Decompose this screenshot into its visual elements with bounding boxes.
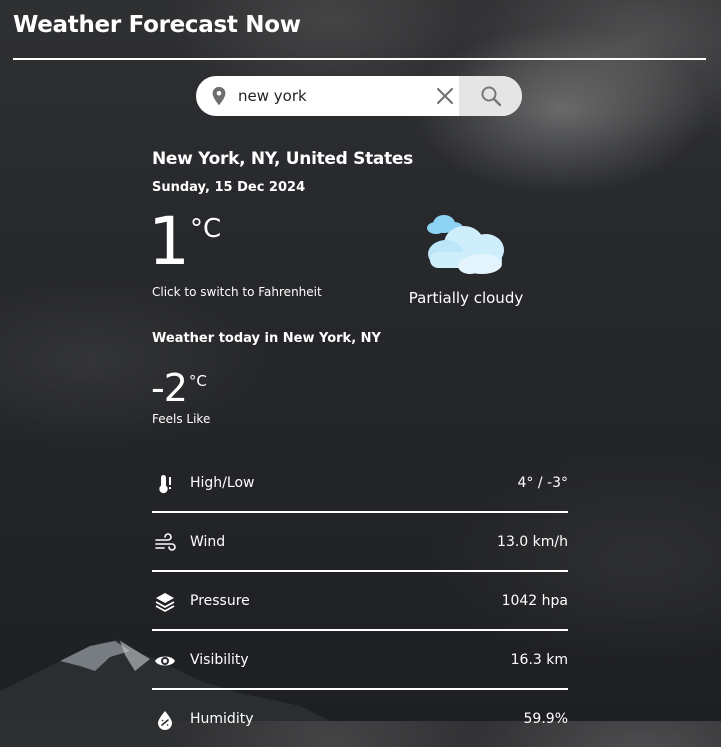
detail-value: 13.0 km/h [497, 534, 568, 550]
detail-label: Visibility [190, 652, 249, 668]
feels-like-unit: °C [188, 372, 207, 390]
detail-label: Humidity [190, 711, 254, 727]
title-divider [13, 58, 706, 60]
feels-like-label: Feels Like [152, 412, 211, 426]
detail-row-visibility: Visibility 16.3 km [152, 631, 568, 690]
detail-row-humidity: Humidity 59.9% [152, 690, 568, 747]
eye-icon [155, 656, 175, 666]
clear-search-button[interactable] [432, 83, 458, 109]
layers-icon [155, 593, 175, 612]
partly-cloudy-icon [427, 215, 504, 274]
detail-row-high-low: High/Low 4° / -3° [152, 454, 568, 513]
droplet-icon [158, 711, 172, 730]
current-date: Sunday, 15 Dec 2024 [152, 180, 306, 195]
weather-details-list: High/Low 4° / -3° Wind 13.0 km/h Pressur… [152, 454, 568, 747]
location-name: New York, NY, United States [152, 149, 413, 169]
unit-switch-hint: Click to switch to Fahrenheit [152, 285, 322, 299]
location-pin-icon [212, 86, 226, 106]
detail-label: Pressure [190, 593, 250, 609]
current-temperature: 1 [148, 203, 190, 280]
detail-value: 4° / -3° [517, 475, 568, 491]
temperature-toggle[interactable]: 1 °C [148, 206, 221, 278]
today-heading: Weather today in New York, NY [152, 331, 381, 346]
detail-row-pressure: Pressure 1042 hpa [152, 572, 568, 631]
detail-value: 16.3 km [510, 652, 568, 668]
detail-label: Wind [190, 534, 226, 550]
search-input[interactable] [236, 80, 430, 112]
wind-icon [155, 533, 176, 551]
feels-like-temperature: -2 °C [151, 366, 207, 410]
app-title: Weather Forecast Now [13, 12, 301, 38]
detail-value: 1042 hpa [501, 593, 568, 609]
search-bar [196, 76, 522, 116]
search-icon [481, 86, 501, 107]
thermometer-icon [159, 475, 171, 494]
temperature-unit: °C [190, 214, 222, 244]
weather-condition: Partially cloudy [408, 289, 524, 307]
feels-like-value: -2 [151, 366, 188, 410]
detail-row-wind: Wind 13.0 km/h [152, 513, 568, 572]
detail-value: 59.9% [523, 711, 568, 727]
search-button[interactable] [459, 76, 522, 116]
close-icon [437, 88, 453, 104]
detail-label: High/Low [190, 475, 255, 491]
